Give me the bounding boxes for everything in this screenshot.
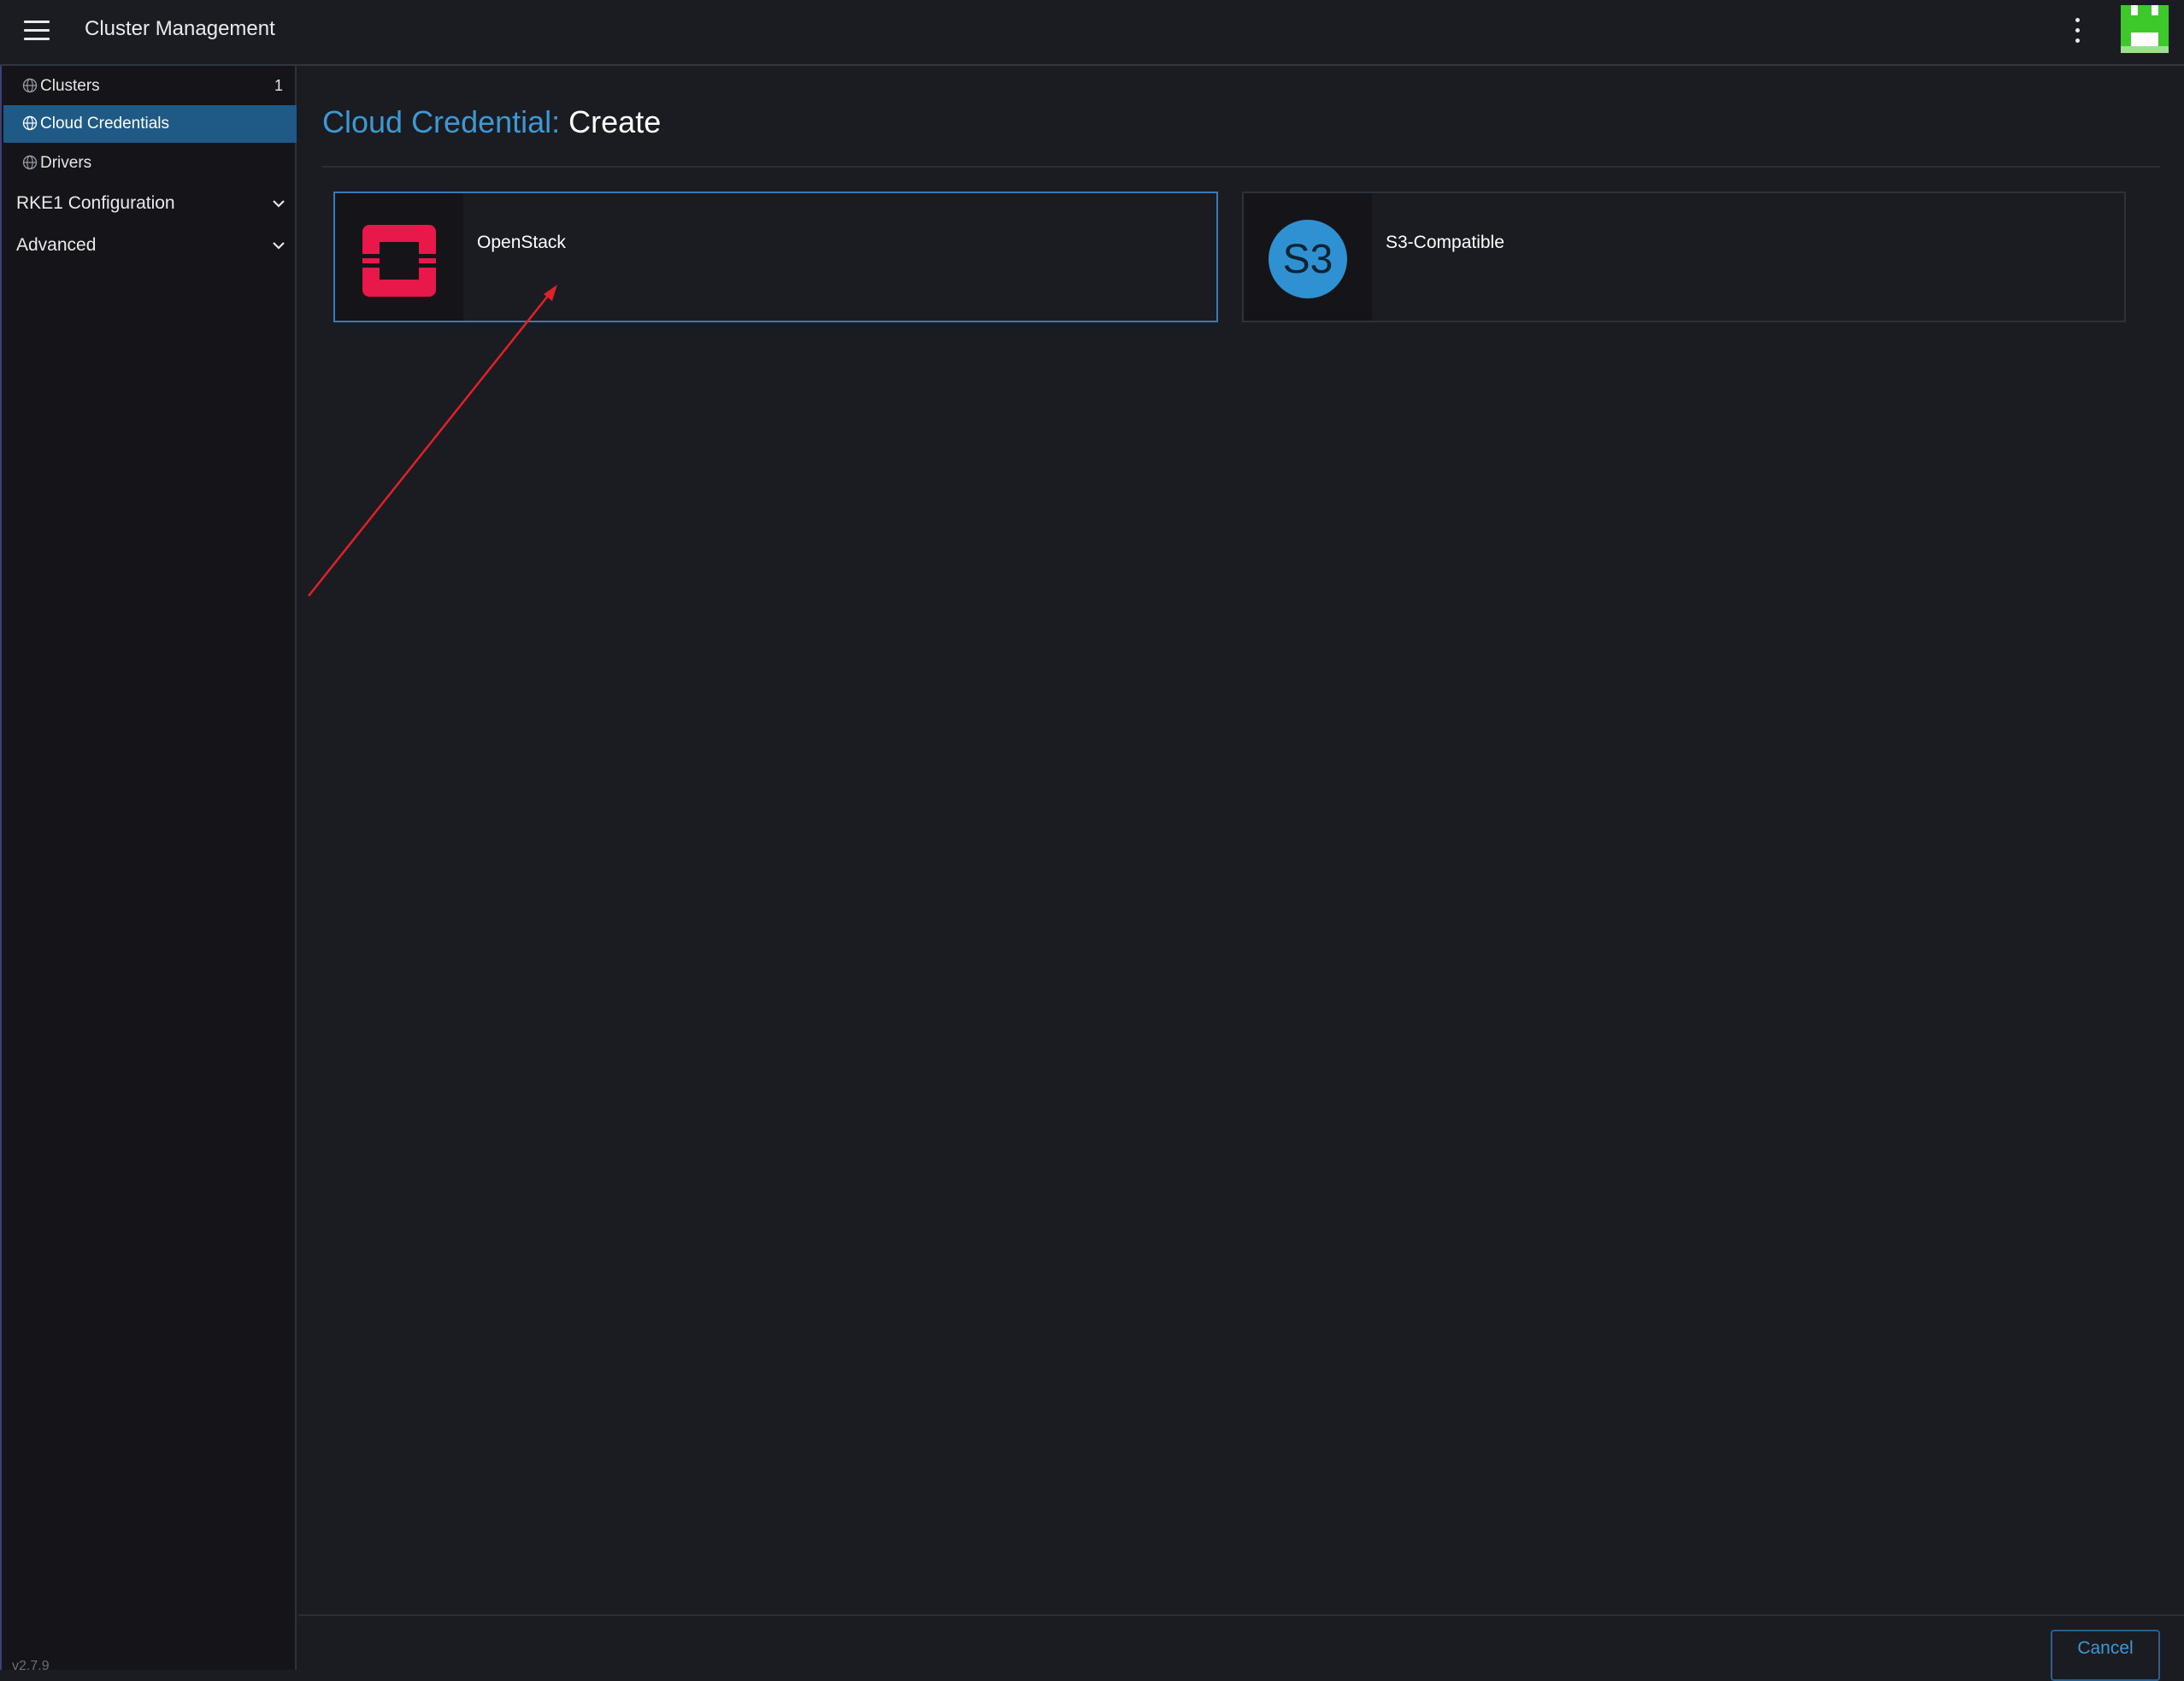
page-title-suffix: Create [568, 104, 662, 139]
globe-icon [22, 78, 38, 93]
chevron-down-icon [273, 242, 285, 250]
sidebar-group-label: RKE1 Configuration [16, 193, 175, 213]
sidebar: Clusters 1 Cloud Credentials Drivers RKE… [0, 66, 297, 1670]
footer-divider [298, 1614, 2184, 1616]
sidebar-item-cloud-credentials[interactable]: Cloud Credentials [3, 105, 297, 143]
top-bar: Cluster Management [0, 0, 2184, 66]
s3-logo-text: S3 [1283, 237, 1333, 282]
openstack-logo [362, 225, 436, 297]
hamburger-icon[interactable] [24, 21, 50, 41]
sidebar-item-clusters[interactable]: Clusters 1 [3, 68, 297, 105]
provider-name: OpenStack [477, 233, 566, 252]
provider-name: S3-Compatible [1386, 233, 1504, 252]
s3-logo-box: S3 [1244, 193, 1372, 321]
provider-card-openstack[interactable]: OpenStack [333, 192, 1218, 322]
title-divider [322, 166, 2160, 168]
sidebar-group-rke1-configuration[interactable]: RKE1 Configuration [3, 184, 297, 223]
provider-card-s3-compatible[interactable]: S3 S3-Compatible [1242, 192, 2126, 322]
openstack-logo-box [335, 193, 463, 321]
chevron-down-icon [273, 200, 285, 208]
user-avatar[interactable] [2121, 5, 2169, 53]
cluster-count-badge: 1 [274, 77, 283, 94]
sidebar-item-label: Cloud Credentials [40, 115, 170, 133]
cancel-button[interactable]: Cancel [2051, 1630, 2160, 1681]
sidebar-item-drivers[interactable]: Drivers [3, 145, 297, 182]
sidebar-group-advanced[interactable]: Advanced [3, 226, 297, 265]
version-label: v2.7.9 [12, 1659, 50, 1673]
globe-icon [22, 115, 38, 131]
sidebar-item-label: Drivers [40, 154, 92, 172]
page-title-prefix: Cloud Credential: [322, 104, 561, 139]
sidebar-group-label: Advanced [16, 235, 97, 255]
globe-icon [22, 155, 38, 170]
page-title: Cloud Credential: Create [322, 104, 661, 140]
s3-logo: S3 [1269, 220, 1347, 298]
app-title: Cluster Management [85, 17, 275, 40]
sidebar-item-label: Clusters [40, 77, 100, 95]
kebab-menu-icon[interactable] [2069, 15, 2086, 46]
